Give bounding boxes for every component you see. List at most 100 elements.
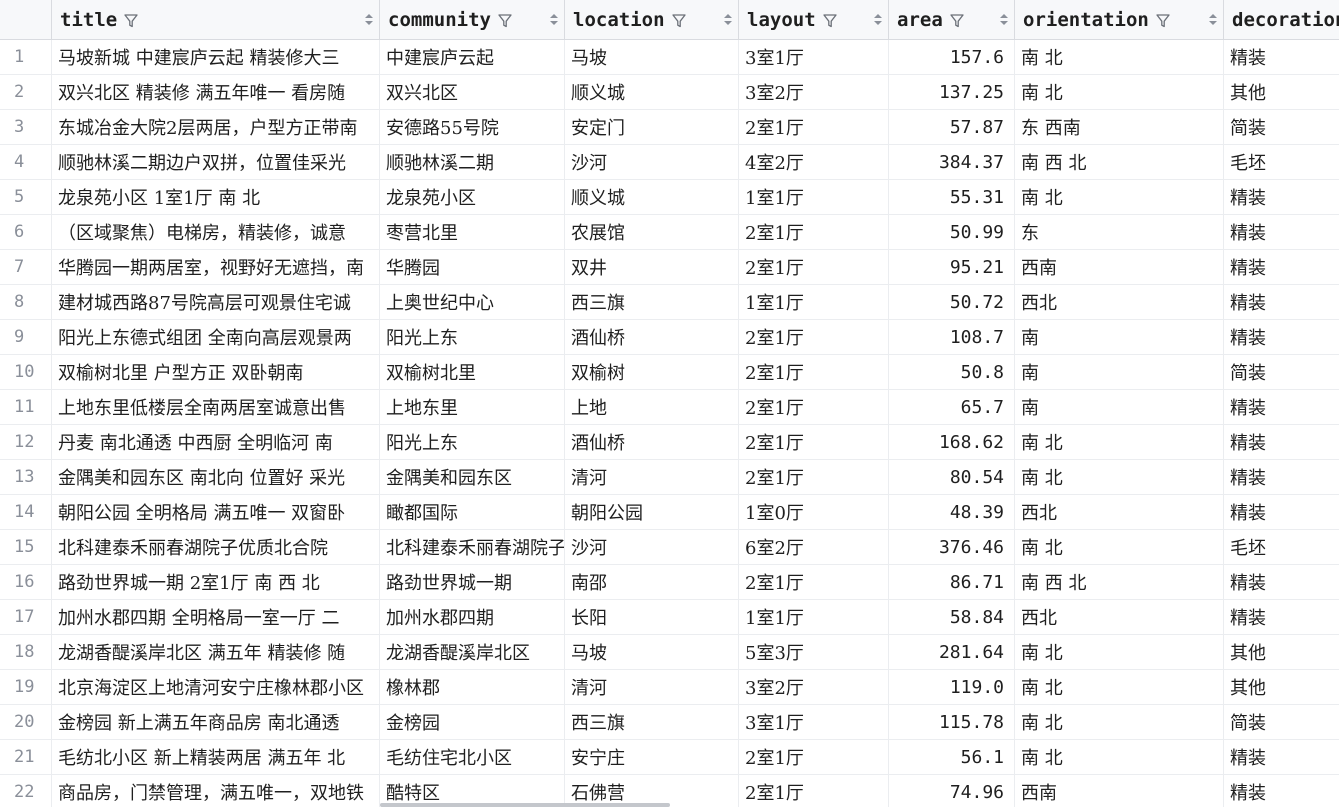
- cell-layout[interactable]: 1室1厅: [739, 600, 889, 634]
- cell-layout[interactable]: 3室2厅: [739, 670, 889, 704]
- cell-layout[interactable]: 3室2厅: [739, 75, 889, 109]
- cell-location[interactable]: 农展馆: [565, 215, 739, 249]
- table-row[interactable]: 19 北京海淀区上地清河安宁庄橡林郡小区 橡林郡 清河 3室2厅 119.0 南 北其他: [0, 670, 1339, 705]
- cell-location[interactable]: 西三旗: [565, 705, 739, 739]
- cell-orientation[interactable]: 南 北: [1015, 670, 1224, 704]
- cell-decoration[interactable]: 精装: [1224, 460, 1339, 494]
- cell-decoration[interactable]: 简装: [1224, 705, 1339, 739]
- cell-orientation[interactable]: 西北: [1015, 495, 1224, 529]
- cell-layout[interactable]: 4室2厅: [739, 145, 889, 179]
- cell-decoration[interactable]: 精装: [1224, 495, 1339, 529]
- cell-title[interactable]: 北京海淀区上地清河安宁庄橡林郡小区: [52, 670, 380, 704]
- cell-orientation[interactable]: 南 北: [1015, 460, 1224, 494]
- cell-area[interactable]: 56.1: [889, 740, 1015, 774]
- cell-layout[interactable]: 1室0厅: [739, 495, 889, 529]
- funnel-icon[interactable]: [950, 12, 964, 28]
- cell-layout[interactable]: 2室1厅: [739, 320, 889, 354]
- table-row[interactable]: 5 龙泉苑小区 1室1厅 南 北龙泉苑小区 顺义城 1室1厅 55.31 南 北精装: [0, 180, 1339, 215]
- cell-layout[interactable]: 5室3厅: [739, 635, 889, 669]
- cell-area[interactable]: 50.72: [889, 285, 1015, 319]
- column-header-community[interactable]: community: [380, 0, 565, 39]
- cell-orientation[interactable]: 西北: [1015, 600, 1224, 634]
- cell-decoration[interactable]: 毛坯: [1224, 530, 1339, 564]
- cell-community[interactable]: 毛纺住宅北小区: [380, 740, 565, 774]
- cell-layout[interactable]: 1室1厅: [739, 285, 889, 319]
- table-row[interactable]: 11 上地东里低楼层全南两居室诚意出售 上地东里 上地 2室1厅 65.7 南精装: [0, 390, 1339, 425]
- cell-title[interactable]: 双兴北区 精装修 满五年唯一 看房随: [52, 75, 380, 109]
- cell-community[interactable]: 路劲世界城一期: [380, 565, 565, 599]
- cell-decoration[interactable]: 精装: [1224, 565, 1339, 599]
- cell-title[interactable]: 建材城西路87号院高层可观景住宅诚: [52, 285, 380, 319]
- cell-orientation[interactable]: 南 北: [1015, 75, 1224, 109]
- cell-location[interactable]: 顺义城: [565, 180, 739, 214]
- cell-decoration[interactable]: 其他: [1224, 75, 1339, 109]
- cell-area[interactable]: 50.99: [889, 215, 1015, 249]
- horizontal-scrollbar[interactable]: [380, 803, 670, 807]
- cell-area[interactable]: 119.0: [889, 670, 1015, 704]
- column-header-decoration[interactable]: decoration: [1224, 0, 1339, 39]
- cell-orientation[interactable]: 南 北: [1015, 425, 1224, 459]
- cell-title[interactable]: 上地东里低楼层全南两居室诚意出售: [52, 390, 380, 424]
- cell-area[interactable]: 55.31: [889, 180, 1015, 214]
- cell-layout[interactable]: 6室2厅: [739, 530, 889, 564]
- cell-layout[interactable]: 2室1厅: [739, 425, 889, 459]
- cell-orientation[interactable]: 南: [1015, 390, 1224, 424]
- cell-community[interactable]: 枣营北里: [380, 215, 565, 249]
- cell-decoration[interactable]: 精装: [1224, 600, 1339, 634]
- funnel-icon[interactable]: [671, 12, 686, 28]
- cell-title[interactable]: 丹麦 南北通透 中西厨 全明临河 南: [52, 425, 380, 459]
- table-row[interactable]: 18 龙湖香醍溪岸北区 满五年 精装修 随龙湖香醍溪岸北区 马坡 5室3厅 281.64…: [0, 635, 1339, 670]
- cell-area[interactable]: 168.62: [889, 425, 1015, 459]
- cell-title[interactable]: 商品房，门禁管理，满五唯一，双地铁: [52, 775, 380, 807]
- cell-title[interactable]: 金隅美和园东区 南北向 位置好 采光: [52, 460, 380, 494]
- cell-decoration[interactable]: 精装: [1224, 320, 1339, 354]
- cell-layout[interactable]: 2室1厅: [739, 355, 889, 389]
- cell-area[interactable]: 95.21: [889, 250, 1015, 284]
- table-row[interactable]: 10 双榆树北里 户型方正 双卧朝南 双榆树北里 双榆树 2室1厅 50.8 南简装: [0, 355, 1339, 390]
- cell-location[interactable]: 酒仙桥: [565, 425, 739, 459]
- cell-layout[interactable]: 2室1厅: [739, 250, 889, 284]
- cell-area[interactable]: 376.46: [889, 530, 1015, 564]
- cell-area[interactable]: 58.84: [889, 600, 1015, 634]
- table-row[interactable]: 15 北科建泰禾丽春湖院子优质北合院 北科建泰禾丽春湖院子 沙河 6室2厅 376.46 南…: [0, 530, 1339, 565]
- table-row[interactable]: 21 毛纺北小区 新上精装两居 满五年 北毛纺住宅北小区 安宁庄 2室1厅 56.1 南 …: [0, 740, 1339, 775]
- cell-decoration[interactable]: 精装: [1224, 250, 1339, 284]
- cell-location[interactable]: 西三旗: [565, 285, 739, 319]
- funnel-icon[interactable]: [1156, 12, 1170, 28]
- cell-layout[interactable]: 2室1厅: [739, 775, 889, 807]
- cell-area[interactable]: 108.7: [889, 320, 1015, 354]
- cell-area[interactable]: 80.54: [889, 460, 1015, 494]
- cell-location[interactable]: 长阳: [565, 600, 739, 634]
- cell-location[interactable]: 南邵: [565, 565, 739, 599]
- cell-decoration[interactable]: 精装: [1224, 40, 1339, 74]
- cell-decoration[interactable]: 精装: [1224, 215, 1339, 249]
- cell-location[interactable]: 朝阳公园: [565, 495, 739, 529]
- table-row[interactable]: 1 马坡新城 中建宸庐云起 精装修大三 中建宸庐云起 马坡 3室1厅 157.6 南 北精装: [0, 40, 1339, 75]
- cell-layout[interactable]: 2室1厅: [739, 740, 889, 774]
- cell-community[interactable]: 橡林郡: [380, 670, 565, 704]
- cell-title[interactable]: 顺驰林溪二期边户双拼，位置佳采光: [52, 145, 380, 179]
- funnel-icon[interactable]: [124, 12, 138, 28]
- cell-title[interactable]: 双榆树北里 户型方正 双卧朝南: [52, 355, 380, 389]
- cell-title[interactable]: 毛纺北小区 新上精装两居 满五年 北: [52, 740, 380, 774]
- cell-orientation[interactable]: 南 北: [1015, 740, 1224, 774]
- cell-area[interactable]: 281.64: [889, 635, 1015, 669]
- table-row[interactable]: 7 华腾园一期两居室，视野好无遮挡，南 华腾园 双井 2室1厅 95.21 西南 精装: [0, 250, 1339, 285]
- cell-location[interactable]: 双井: [565, 250, 739, 284]
- cell-title[interactable]: 加州水郡四期 全明格局一室一厅 二: [52, 600, 380, 634]
- cell-orientation[interactable]: 南 西 北: [1015, 565, 1224, 599]
- column-header-orientation[interactable]: orientation: [1015, 0, 1224, 39]
- cell-community[interactable]: 加州水郡四期: [380, 600, 565, 634]
- cell-title[interactable]: 龙泉苑小区 1室1厅 南 北: [52, 180, 380, 214]
- cell-layout[interactable]: 2室1厅: [739, 215, 889, 249]
- cell-title[interactable]: 阳光上东德式组团 全南向高层观景两: [52, 320, 380, 354]
- cell-decoration[interactable]: 精装: [1224, 425, 1339, 459]
- cell-decoration[interactable]: 精装: [1224, 390, 1339, 424]
- cell-decoration[interactable]: 简装: [1224, 110, 1339, 144]
- table-row[interactable]: 8 建材城西路87号院高层可观景住宅诚 上奥世纪中心 西三旗 1室1厅 50.72 西北 精装: [0, 285, 1339, 320]
- cell-decoration[interactable]: 精装: [1224, 285, 1339, 319]
- cell-title[interactable]: 金榜园 新上满五年商品房 南北通透: [52, 705, 380, 739]
- cell-community[interactable]: 上地东里: [380, 390, 565, 424]
- cell-orientation[interactable]: 南: [1015, 320, 1224, 354]
- cell-community[interactable]: 龙湖香醍溪岸北区: [380, 635, 565, 669]
